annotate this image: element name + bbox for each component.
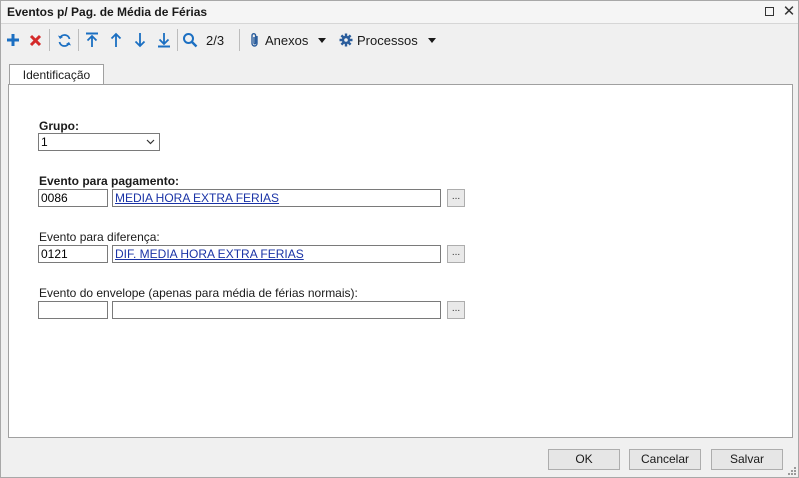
- add-icon[interactable]: [4, 29, 22, 51]
- evento-pagamento-code-input[interactable]: 0086: [38, 189, 108, 207]
- attachments-menu[interactable]: Anexos: [249, 29, 329, 51]
- dialog-window: Eventos p/ Pag. de Média de Férias ✕ 2/3…: [0, 0, 799, 478]
- resize-grip-icon[interactable]: [788, 467, 796, 475]
- chevron-down-icon: [146, 139, 155, 145]
- toolbar-separator: [49, 29, 50, 51]
- maximize-icon[interactable]: [762, 4, 778, 20]
- evento-envelope-description-input[interactable]: [112, 301, 441, 319]
- toolbar: 2/3 Anexos Processos: [1, 24, 798, 58]
- search-icon: [182, 32, 198, 48]
- evento-diferenca-lookup-button[interactable]: ...: [447, 245, 465, 263]
- gear-icon: [339, 33, 353, 47]
- cancel-button[interactable]: Cancelar: [629, 449, 701, 470]
- delete-icon[interactable]: [26, 29, 44, 51]
- search-button[interactable]: 2/3: [182, 29, 232, 51]
- evento-pagamento-lookup-button[interactable]: ...: [447, 189, 465, 207]
- tab-panel: Grupo: 1 Evento para pagamento: 0086 MED…: [8, 84, 793, 438]
- grupo-select[interactable]: 1: [38, 133, 160, 151]
- evento-envelope-label: Evento do envelope (apenas para média de…: [39, 286, 358, 300]
- previous-record-icon[interactable]: [107, 29, 125, 51]
- chevron-down-icon: [427, 37, 436, 43]
- evento-diferenca-code-input[interactable]: 0121: [38, 245, 108, 263]
- evento-pagamento-label: Evento para pagamento:: [39, 174, 180, 188]
- chevron-down-icon: [318, 37, 327, 43]
- processes-label: Processos: [357, 32, 418, 48]
- title-bar: Eventos p/ Pag. de Média de Férias ✕: [1, 1, 798, 24]
- evento-pagamento-description-link[interactable]: MEDIA HORA EXTRA FERIAS: [112, 189, 441, 207]
- refresh-icon[interactable]: [54, 29, 74, 51]
- grupo-value: 1: [41, 135, 48, 149]
- evento-envelope-lookup-button[interactable]: ...: [447, 301, 465, 319]
- close-icon[interactable]: ✕: [781, 4, 797, 20]
- save-button[interactable]: Salvar: [711, 449, 783, 470]
- first-record-icon[interactable]: [83, 29, 101, 51]
- toolbar-separator: [239, 29, 240, 51]
- evento-diferenca-label: Evento para diferença:: [39, 230, 160, 244]
- record-position: 2/3: [206, 32, 225, 48]
- toolbar-separator: [78, 29, 79, 51]
- processes-menu[interactable]: Processos: [339, 29, 439, 51]
- toolbar-separator: [177, 29, 178, 51]
- grupo-label: Grupo:: [39, 119, 79, 133]
- last-record-icon[interactable]: [155, 29, 173, 51]
- evento-diferenca-description-link[interactable]: DIF. MEDIA HORA EXTRA FERIAS: [112, 245, 441, 263]
- ok-button[interactable]: OK: [548, 449, 620, 470]
- evento-envelope-code-input[interactable]: [38, 301, 108, 319]
- paperclip-icon: [249, 32, 261, 48]
- window-title: Eventos p/ Pag. de Média de Férias: [7, 5, 208, 19]
- tab-strip: Identificação: [1, 59, 798, 85]
- next-record-icon[interactable]: [131, 29, 149, 51]
- tab-identificacao[interactable]: Identificação: [9, 64, 104, 85]
- button-bar: OK Cancelar Salvar: [1, 443, 798, 477]
- attachments-label: Anexos: [265, 32, 309, 48]
